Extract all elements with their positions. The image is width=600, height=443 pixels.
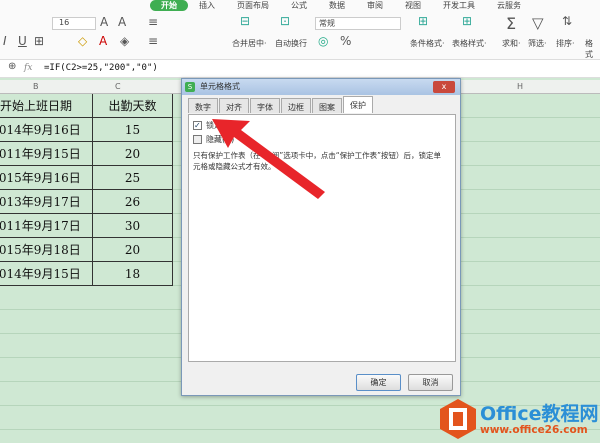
watermark: Office教程网 www.office26.com — [440, 397, 600, 443]
annotation-arrow — [212, 119, 325, 199]
office-logo-icon — [440, 399, 476, 439]
watermark-brand: Office教程网 — [480, 403, 599, 425]
red-arrow-icon — [212, 119, 325, 199]
watermark-url: www.office26.com — [480, 424, 588, 436]
